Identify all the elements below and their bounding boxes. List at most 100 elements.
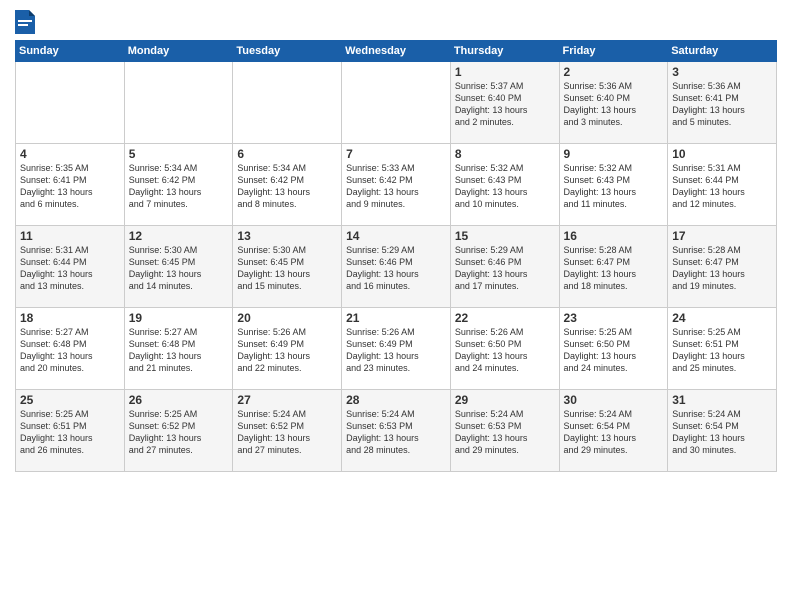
table-row: 8Sunrise: 5:32 AM Sunset: 6:43 PM Daylig…: [450, 144, 559, 226]
header-friday: Friday: [559, 41, 668, 62]
day-info: Sunrise: 5:25 AM Sunset: 6:51 PM Dayligh…: [20, 408, 120, 457]
table-row: 6Sunrise: 5:34 AM Sunset: 6:42 PM Daylig…: [233, 144, 342, 226]
day-info: Sunrise: 5:34 AM Sunset: 6:42 PM Dayligh…: [129, 162, 229, 211]
day-number: 12: [129, 229, 229, 243]
day-info: Sunrise: 5:25 AM Sunset: 6:50 PM Dayligh…: [564, 326, 664, 375]
table-row: 14Sunrise: 5:29 AM Sunset: 6:46 PM Dayli…: [342, 226, 451, 308]
day-number: 4: [20, 147, 120, 161]
calendar-table: Sunday Monday Tuesday Wednesday Thursday…: [15, 40, 777, 472]
table-row: 29Sunrise: 5:24 AM Sunset: 6:53 PM Dayli…: [450, 390, 559, 472]
day-info: Sunrise: 5:28 AM Sunset: 6:47 PM Dayligh…: [672, 244, 772, 293]
table-row: 18Sunrise: 5:27 AM Sunset: 6:48 PM Dayli…: [16, 308, 125, 390]
table-row: 20Sunrise: 5:26 AM Sunset: 6:49 PM Dayli…: [233, 308, 342, 390]
table-row: 3Sunrise: 5:36 AM Sunset: 6:41 PM Daylig…: [668, 62, 777, 144]
day-info: Sunrise: 5:26 AM Sunset: 6:49 PM Dayligh…: [346, 326, 446, 375]
day-number: 24: [672, 311, 772, 325]
day-info: Sunrise: 5:24 AM Sunset: 6:53 PM Dayligh…: [455, 408, 555, 457]
day-number: 15: [455, 229, 555, 243]
day-info: Sunrise: 5:36 AM Sunset: 6:40 PM Dayligh…: [564, 80, 664, 129]
day-number: 21: [346, 311, 446, 325]
day-number: 1: [455, 65, 555, 79]
day-info: Sunrise: 5:29 AM Sunset: 6:46 PM Dayligh…: [455, 244, 555, 293]
day-info: Sunrise: 5:26 AM Sunset: 6:49 PM Dayligh…: [237, 326, 337, 375]
day-number: 10: [672, 147, 772, 161]
header-tuesday: Tuesday: [233, 41, 342, 62]
calendar-week-row: 18Sunrise: 5:27 AM Sunset: 6:48 PM Dayli…: [16, 308, 777, 390]
day-number: 31: [672, 393, 772, 407]
day-info: Sunrise: 5:27 AM Sunset: 6:48 PM Dayligh…: [20, 326, 120, 375]
day-number: 6: [237, 147, 337, 161]
day-number: 20: [237, 311, 337, 325]
day-info: Sunrise: 5:31 AM Sunset: 6:44 PM Dayligh…: [672, 162, 772, 211]
table-row: [233, 62, 342, 144]
table-row: 17Sunrise: 5:28 AM Sunset: 6:47 PM Dayli…: [668, 226, 777, 308]
table-row: 15Sunrise: 5:29 AM Sunset: 6:46 PM Dayli…: [450, 226, 559, 308]
day-info: Sunrise: 5:30 AM Sunset: 6:45 PM Dayligh…: [129, 244, 229, 293]
header-monday: Monday: [124, 41, 233, 62]
table-row: [16, 62, 125, 144]
calendar-week-row: 1Sunrise: 5:37 AM Sunset: 6:40 PM Daylig…: [16, 62, 777, 144]
day-number: 8: [455, 147, 555, 161]
day-number: 18: [20, 311, 120, 325]
table-row: 11Sunrise: 5:31 AM Sunset: 6:44 PM Dayli…: [16, 226, 125, 308]
calendar-week-row: 11Sunrise: 5:31 AM Sunset: 6:44 PM Dayli…: [16, 226, 777, 308]
day-info: Sunrise: 5:30 AM Sunset: 6:45 PM Dayligh…: [237, 244, 337, 293]
day-number: 19: [129, 311, 229, 325]
day-number: 17: [672, 229, 772, 243]
day-info: Sunrise: 5:24 AM Sunset: 6:54 PM Dayligh…: [564, 408, 664, 457]
day-info: Sunrise: 5:26 AM Sunset: 6:50 PM Dayligh…: [455, 326, 555, 375]
table-row: 23Sunrise: 5:25 AM Sunset: 6:50 PM Dayli…: [559, 308, 668, 390]
table-row: [342, 62, 451, 144]
table-row: 27Sunrise: 5:24 AM Sunset: 6:52 PM Dayli…: [233, 390, 342, 472]
table-row: 7Sunrise: 5:33 AM Sunset: 6:42 PM Daylig…: [342, 144, 451, 226]
day-number: 14: [346, 229, 446, 243]
day-info: Sunrise: 5:25 AM Sunset: 6:51 PM Dayligh…: [672, 326, 772, 375]
calendar-week-row: 25Sunrise: 5:25 AM Sunset: 6:51 PM Dayli…: [16, 390, 777, 472]
day-number: 5: [129, 147, 229, 161]
header-sunday: Sunday: [16, 41, 125, 62]
day-info: Sunrise: 5:28 AM Sunset: 6:47 PM Dayligh…: [564, 244, 664, 293]
day-info: Sunrise: 5:32 AM Sunset: 6:43 PM Dayligh…: [564, 162, 664, 211]
day-number: 22: [455, 311, 555, 325]
day-info: Sunrise: 5:25 AM Sunset: 6:52 PM Dayligh…: [129, 408, 229, 457]
day-number: 25: [20, 393, 120, 407]
day-info: Sunrise: 5:24 AM Sunset: 6:53 PM Dayligh…: [346, 408, 446, 457]
day-info: Sunrise: 5:33 AM Sunset: 6:42 PM Dayligh…: [346, 162, 446, 211]
table-row: 5Sunrise: 5:34 AM Sunset: 6:42 PM Daylig…: [124, 144, 233, 226]
table-row: 25Sunrise: 5:25 AM Sunset: 6:51 PM Dayli…: [16, 390, 125, 472]
calendar-body: 1Sunrise: 5:37 AM Sunset: 6:40 PM Daylig…: [16, 62, 777, 472]
day-info: Sunrise: 5:29 AM Sunset: 6:46 PM Dayligh…: [346, 244, 446, 293]
day-number: 11: [20, 229, 120, 243]
logo: [15, 10, 39, 34]
calendar-header-row: Sunday Monday Tuesday Wednesday Thursday…: [16, 41, 777, 62]
header-saturday: Saturday: [668, 41, 777, 62]
day-info: Sunrise: 5:31 AM Sunset: 6:44 PM Dayligh…: [20, 244, 120, 293]
table-row: [124, 62, 233, 144]
day-number: 7: [346, 147, 446, 161]
day-number: 28: [346, 393, 446, 407]
table-row: 24Sunrise: 5:25 AM Sunset: 6:51 PM Dayli…: [668, 308, 777, 390]
day-info: Sunrise: 5:34 AM Sunset: 6:42 PM Dayligh…: [237, 162, 337, 211]
day-number: 23: [564, 311, 664, 325]
day-number: 26: [129, 393, 229, 407]
day-info: Sunrise: 5:37 AM Sunset: 6:40 PM Dayligh…: [455, 80, 555, 129]
table-row: 19Sunrise: 5:27 AM Sunset: 6:48 PM Dayli…: [124, 308, 233, 390]
day-number: 9: [564, 147, 664, 161]
day-number: 27: [237, 393, 337, 407]
day-info: Sunrise: 5:36 AM Sunset: 6:41 PM Dayligh…: [672, 80, 772, 129]
table-row: 30Sunrise: 5:24 AM Sunset: 6:54 PM Dayli…: [559, 390, 668, 472]
day-number: 16: [564, 229, 664, 243]
header-wednesday: Wednesday: [342, 41, 451, 62]
day-info: Sunrise: 5:24 AM Sunset: 6:54 PM Dayligh…: [672, 408, 772, 457]
logo-icon: [15, 10, 35, 34]
table-row: 1Sunrise: 5:37 AM Sunset: 6:40 PM Daylig…: [450, 62, 559, 144]
calendar-week-row: 4Sunrise: 5:35 AM Sunset: 6:41 PM Daylig…: [16, 144, 777, 226]
day-number: 3: [672, 65, 772, 79]
table-row: 12Sunrise: 5:30 AM Sunset: 6:45 PM Dayli…: [124, 226, 233, 308]
table-row: 22Sunrise: 5:26 AM Sunset: 6:50 PM Dayli…: [450, 308, 559, 390]
header-thursday: Thursday: [450, 41, 559, 62]
day-number: 30: [564, 393, 664, 407]
day-info: Sunrise: 5:35 AM Sunset: 6:41 PM Dayligh…: [20, 162, 120, 211]
day-info: Sunrise: 5:24 AM Sunset: 6:52 PM Dayligh…: [237, 408, 337, 457]
table-row: 26Sunrise: 5:25 AM Sunset: 6:52 PM Dayli…: [124, 390, 233, 472]
